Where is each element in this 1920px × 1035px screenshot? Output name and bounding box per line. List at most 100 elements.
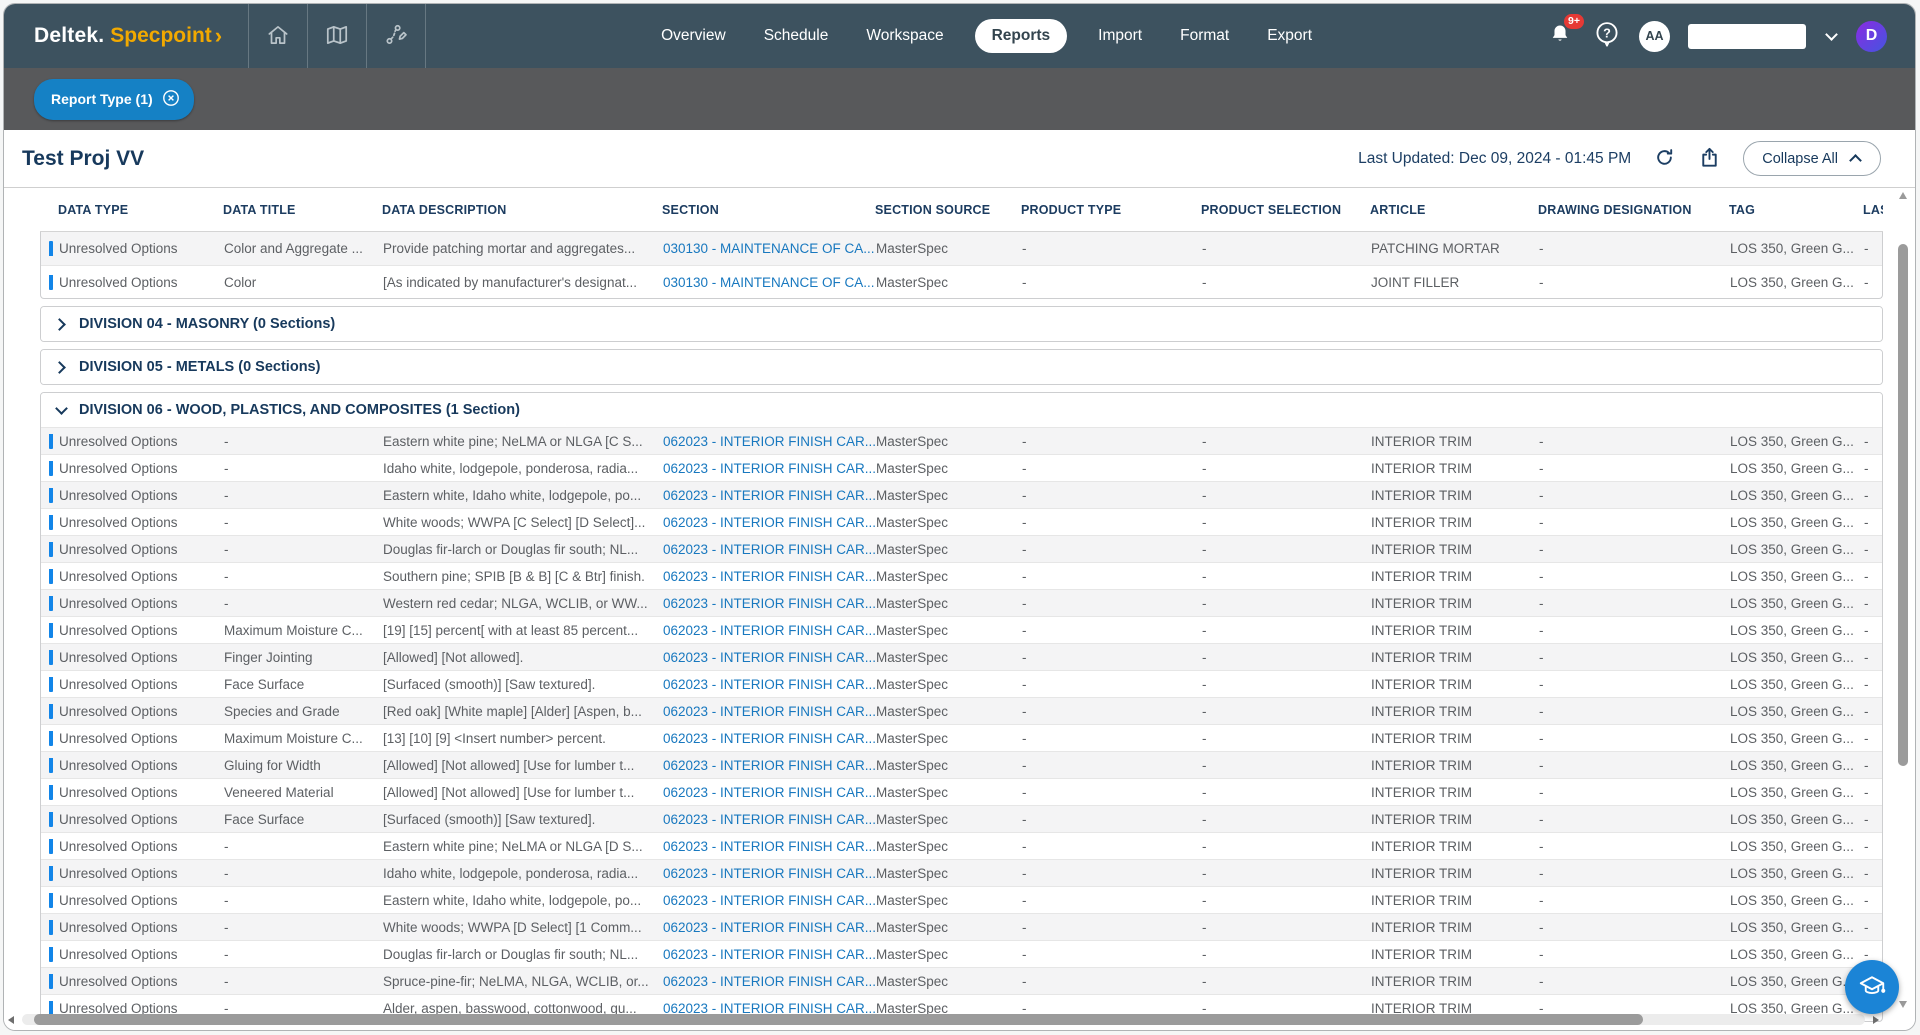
cell-section[interactable]: 062023 - INTERIOR FINISH CAR... xyxy=(663,434,876,449)
table-row[interactable]: Unresolved Options-White woods; WWPA [D … xyxy=(41,913,1882,940)
refresh-button[interactable] xyxy=(1653,146,1676,172)
table-row[interactable]: Unresolved Options-Idaho white, lodgepol… xyxy=(41,859,1882,886)
cell-section[interactable]: 062023 - INTERIOR FINISH CAR... xyxy=(663,731,876,746)
cell-section[interactable]: 030130 - MAINTENANCE OF CA... xyxy=(663,275,876,290)
remove-filter-icon[interactable] xyxy=(162,89,180,110)
cell-product-selection: - xyxy=(1202,650,1371,665)
workflow-button[interactable] xyxy=(367,4,425,68)
table-row[interactable]: Unresolved Options-Douglas fir-larch or … xyxy=(41,940,1882,967)
table-row[interactable]: Unresolved OptionsFinger Jointing[Allowe… xyxy=(41,643,1882,670)
table-row[interactable]: Unresolved Options-Western red cedar; NL… xyxy=(41,589,1882,616)
scroll-down-arrow-icon[interactable] xyxy=(1899,1001,1907,1008)
cell-section[interactable]: 062023 - INTERIOR FINISH CAR... xyxy=(663,677,876,692)
scroll-left-arrow-icon[interactable] xyxy=(8,1016,14,1024)
table-row[interactable]: Unresolved Options-Eastern white, Idaho … xyxy=(41,481,1882,508)
table-row[interactable]: Unresolved Options-Southern pine; SPIB [… xyxy=(41,562,1882,589)
cell-section[interactable]: 062023 - INTERIOR FINISH CAR... xyxy=(663,974,876,989)
table-row[interactable]: Unresolved OptionsVeneered Material[Allo… xyxy=(41,778,1882,805)
cell-section[interactable]: 062023 - INTERIOR FINISH CAR... xyxy=(663,569,876,584)
cell-section[interactable]: 062023 - INTERIOR FINISH CAR... xyxy=(663,515,876,530)
vertical-scroll-thumb[interactable] xyxy=(1898,244,1908,766)
table-row[interactable]: Unresolved Options-Spruce-pine-fir; NeLM… xyxy=(41,967,1882,994)
column-header-data-description[interactable]: DATA DESCRIPTION xyxy=(382,203,662,217)
table-row[interactable]: Unresolved Options-Eastern white pine; N… xyxy=(41,832,1882,859)
table-row[interactable]: Unresolved OptionsSpecies and Grade[Red … xyxy=(41,697,1882,724)
nav-item-reports[interactable]: Reports xyxy=(975,19,1068,53)
nav-item-export[interactable]: Export xyxy=(1265,19,1314,53)
cell-section[interactable]: 062023 - INTERIOR FINISH CAR... xyxy=(663,542,876,557)
division-header[interactable]: DIVISION 06 - WOOD, PLASTICS, AND COMPOS… xyxy=(41,393,1882,427)
cell-section[interactable]: 062023 - INTERIOR FINISH CAR... xyxy=(663,812,876,827)
help-button[interactable]: ? xyxy=(1593,20,1621,53)
cell-last-updated: - xyxy=(1864,434,1883,449)
share-button[interactable] xyxy=(1698,146,1721,172)
notifications-button[interactable]: 9+ xyxy=(1547,21,1575,51)
column-header-article[interactable]: ARTICLE xyxy=(1370,203,1538,217)
avatar[interactable]: AA xyxy=(1639,21,1670,52)
user-name-box[interactable] xyxy=(1688,24,1806,49)
column-header-drawing-designation[interactable]: DRAWING DESIGNATION xyxy=(1538,203,1729,217)
division-header[interactable]: DIVISION 04 - MASONRY (0 Sections) xyxy=(41,307,1882,341)
table-row[interactable]: Unresolved OptionsMaximum Moisture C...[… xyxy=(41,616,1882,643)
collapse-all-button[interactable]: Collapse All xyxy=(1743,141,1881,176)
map-button[interactable] xyxy=(308,4,366,68)
scroll-right-arrow-icon[interactable] xyxy=(1873,1016,1879,1024)
table-row[interactable]: Unresolved OptionsColor[As indicated by … xyxy=(41,265,1882,298)
horizontal-scrollbar[interactable] xyxy=(8,1013,1879,1026)
nav-item-import[interactable]: Import xyxy=(1096,19,1144,53)
cell-section[interactable]: 062023 - INTERIOR FINISH CAR... xyxy=(663,488,876,503)
table-row[interactable]: Unresolved OptionsFace Surface[Surfaced … xyxy=(41,805,1882,832)
column-header-product-type[interactable]: PRODUCT TYPE xyxy=(1021,203,1201,217)
nav-item-overview[interactable]: Overview xyxy=(659,19,728,53)
scroll-up-arrow-icon[interactable] xyxy=(1899,192,1907,199)
chevron-down-icon[interactable] xyxy=(1824,29,1838,43)
cell-data-description: Western red cedar; NLGA, WCLIB, or WW... xyxy=(383,596,663,611)
table-row[interactable]: Unresolved Options-Eastern white, Idaho … xyxy=(41,886,1882,913)
table-row[interactable]: Unresolved Options-Idaho white, lodgepol… xyxy=(41,454,1882,481)
cell-section[interactable]: 062023 - INTERIOR FINISH CAR... xyxy=(663,839,876,854)
table-row[interactable]: Unresolved Options-Eastern white pine; N… xyxy=(41,427,1882,454)
column-header-product-selection[interactable]: PRODUCT SELECTION xyxy=(1201,203,1370,217)
column-header-last-u[interactable]: LAST U xyxy=(1863,203,1883,217)
horizontal-scroll-thumb[interactable] xyxy=(34,1014,1643,1025)
table-row[interactable]: Unresolved OptionsColor and Aggregate ..… xyxy=(41,232,1882,265)
column-header-section[interactable]: SECTION xyxy=(662,203,875,217)
cell-section-source: MasterSpec xyxy=(876,461,1022,476)
vertical-scrollbar[interactable] xyxy=(1897,192,1909,1008)
cell-section[interactable]: 030130 - MAINTENANCE OF CA... xyxy=(663,241,876,256)
learning-fab-button[interactable] xyxy=(1845,960,1899,1014)
cell-section[interactable]: 062023 - INTERIOR FINISH CAR... xyxy=(663,704,876,719)
column-header-data-title[interactable]: DATA TITLE xyxy=(223,203,382,217)
table-row[interactable]: Unresolved OptionsMaximum Moisture C...[… xyxy=(41,724,1882,751)
division-header[interactable]: DIVISION 05 - METALS (0 Sections) xyxy=(41,350,1882,384)
cell-tag: LOS 350, Green G... xyxy=(1730,677,1864,692)
dela-assistant-button[interactable]: D xyxy=(1856,21,1887,52)
cell-section-source: MasterSpec xyxy=(876,785,1022,800)
cell-section[interactable]: 062023 - INTERIOR FINISH CAR... xyxy=(663,866,876,881)
cell-section[interactable]: 062023 - INTERIOR FINISH CAR... xyxy=(663,758,876,773)
table-row[interactable]: Unresolved OptionsGluing for Width[Allow… xyxy=(41,751,1882,778)
nav-item-schedule[interactable]: Schedule xyxy=(762,19,831,53)
column-header-data-type[interactable]: DATA TYPE xyxy=(40,203,223,217)
cell-data-type: Unresolved Options xyxy=(41,785,224,800)
report-toolbar: Test Proj VV Last Updated: Dec 09, 2024 … xyxy=(4,130,1915,188)
nav-item-format[interactable]: Format xyxy=(1178,19,1231,53)
cell-section[interactable]: 062023 - INTERIOR FINISH CAR... xyxy=(663,650,876,665)
cell-section[interactable]: 062023 - INTERIOR FINISH CAR... xyxy=(663,596,876,611)
table-row[interactable]: Unresolved Options-Douglas fir-larch or … xyxy=(41,535,1882,562)
cell-article: INTERIOR TRIM xyxy=(1371,812,1539,827)
cell-section[interactable]: 062023 - INTERIOR FINISH CAR... xyxy=(663,920,876,935)
cell-data-type: Unresolved Options xyxy=(41,623,224,638)
nav-item-workspace[interactable]: Workspace xyxy=(864,19,945,53)
cell-section[interactable]: 062023 - INTERIOR FINISH CAR... xyxy=(663,785,876,800)
home-button[interactable] xyxy=(249,4,307,68)
cell-section[interactable]: 062023 - INTERIOR FINISH CAR... xyxy=(663,893,876,908)
cell-section[interactable]: 062023 - INTERIOR FINISH CAR... xyxy=(663,947,876,962)
column-header-section-source[interactable]: SECTION SOURCE xyxy=(875,203,1021,217)
table-row[interactable]: Unresolved Options-White woods; WWPA [C … xyxy=(41,508,1882,535)
filter-chip-report-type[interactable]: Report Type (1) xyxy=(34,79,194,120)
table-row[interactable]: Unresolved OptionsFace Surface[Surfaced … xyxy=(41,670,1882,697)
column-header-tag[interactable]: TAG xyxy=(1729,203,1863,217)
cell-section[interactable]: 062023 - INTERIOR FINISH CAR... xyxy=(663,623,876,638)
cell-section[interactable]: 062023 - INTERIOR FINISH CAR... xyxy=(663,461,876,476)
